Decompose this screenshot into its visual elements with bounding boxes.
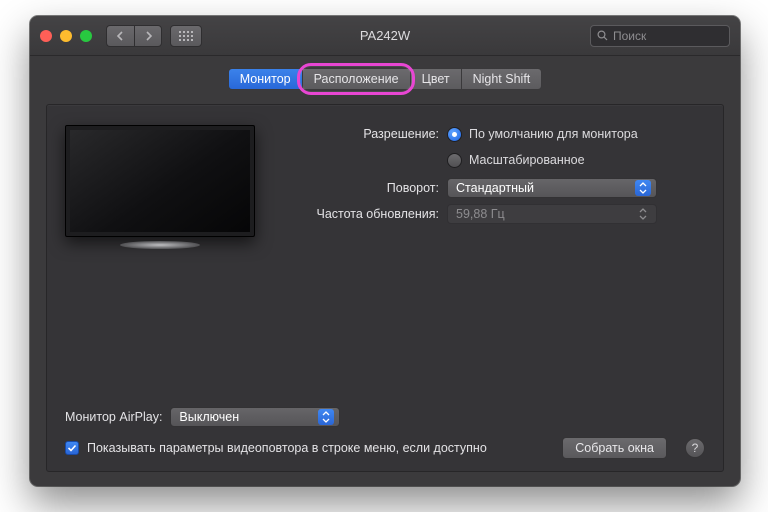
chevron-updown-icon [635,206,651,222]
gather-windows-label: Собрать окна [575,441,654,455]
footer-row: Показывать параметры видеоповтора в стро… [65,437,705,459]
resolution-default-label: По умолчанию для монитора [469,127,638,141]
resolution-default-radio[interactable] [447,127,462,142]
resolution-scaled-radio[interactable] [447,153,462,168]
tab-цвет[interactable]: Цвет [410,68,461,90]
gather-windows-button[interactable]: Собрать окна [562,437,667,459]
tab-label: Night Shift [473,72,531,86]
resolution-label: Разрешение: [277,127,447,141]
back-button[interactable] [106,25,134,47]
show-all-button[interactable] [170,25,202,47]
tabs: Монитор Расположение Цвет Night Shift [46,68,724,90]
show-mirroring-checkbox[interactable] [65,441,79,455]
window-body: Монитор Расположение Цвет Night Shift Разре… [30,56,740,486]
rotation-select[interactable]: Стандартный [447,178,657,198]
monitor-preview [65,125,255,255]
forward-button[interactable] [134,25,162,47]
traffic-lights [40,30,92,42]
tab-label: Цвет [422,72,450,86]
refresh-label: Частота обновления: [277,207,447,221]
airplay-label: Монитор AirPlay: [65,410,162,424]
content-panel: Разрешение: По умолчанию для монитора Ма… [46,104,724,472]
search-icon [597,30,608,41]
tab-label: Монитор [240,72,291,86]
tab-монитор[interactable]: Монитор [228,68,302,90]
nav-segment [106,25,162,47]
minimize-button[interactable] [60,30,72,42]
monitor-screen-icon [65,125,255,237]
help-label: ? [692,441,699,455]
rotation-value: Стандартный [456,181,534,195]
tab-расположение[interactable]: Расположение [302,68,410,90]
zoom-button[interactable] [80,30,92,42]
refresh-select: 59,88 Гц [447,204,657,224]
chevron-updown-icon [318,409,334,425]
monitor-stand-icon [120,241,200,249]
tab-label: Расположение [314,72,399,86]
search-input[interactable]: Поиск [590,25,730,47]
tab-night-shift[interactable]: Night Shift [461,68,543,90]
titlebar: PA242W Поиск [30,16,740,56]
show-mirroring-label: Показывать параметры видеоповтора в стро… [87,441,487,455]
chevron-updown-icon [635,180,651,196]
airplay-select[interactable]: Выключен [170,407,340,427]
airplay-row: Монитор AirPlay: Выключен [65,407,705,427]
close-button[interactable] [40,30,52,42]
rotation-label: Поворот: [277,181,447,195]
resolution-scaled-label: Масштабированное [469,153,585,167]
display-settings: Разрешение: По умолчанию для монитора Ма… [277,123,705,255]
search-placeholder: Поиск [613,29,646,43]
airplay-value: Выключен [179,410,239,424]
help-button[interactable]: ? [685,438,705,458]
preferences-window: PA242W Поиск Монитор Расположение Цвет Nigh… [30,16,740,486]
refresh-value: 59,88 Гц [456,207,505,221]
